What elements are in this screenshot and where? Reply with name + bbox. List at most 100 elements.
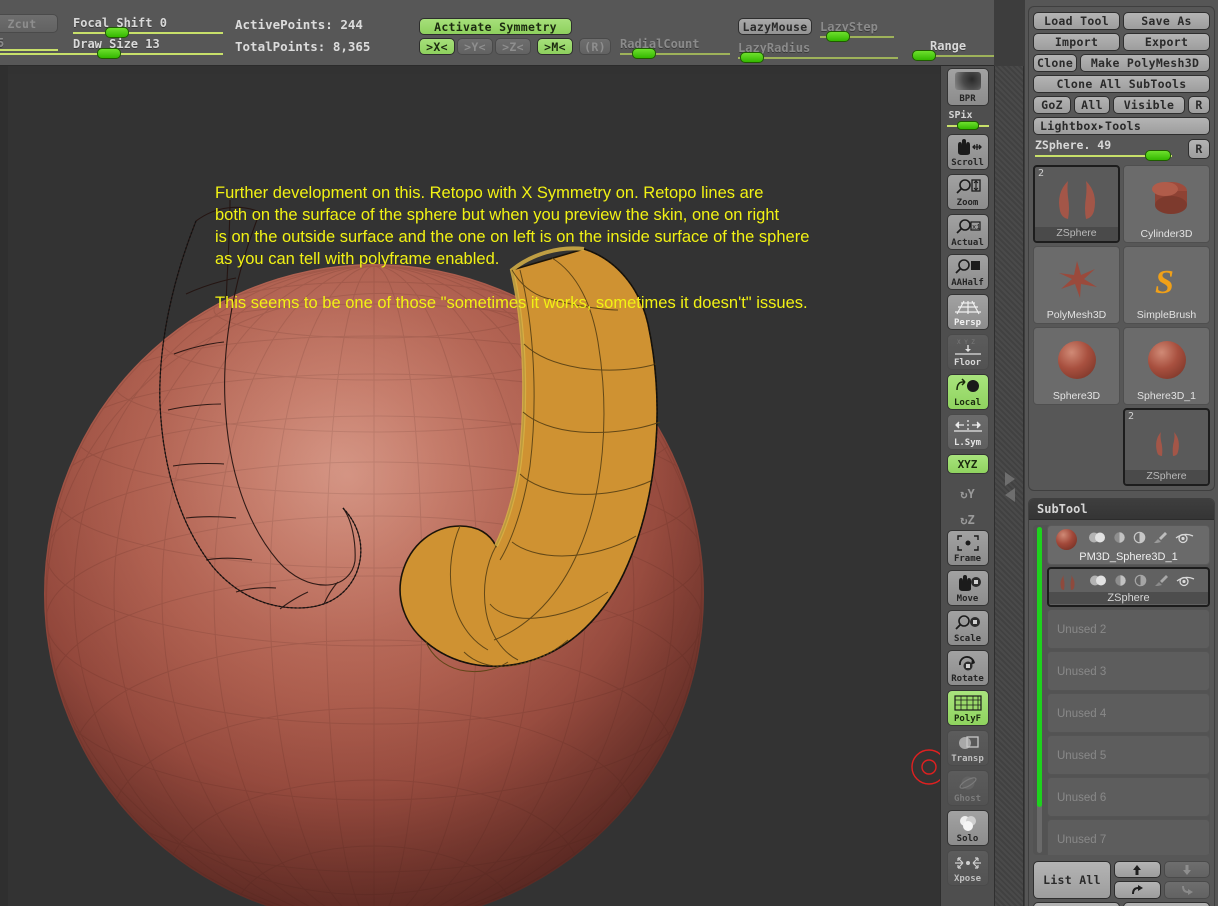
solo-button[interactable]: Solo (946, 810, 989, 846)
bpr-button[interactable]: BPR (946, 68, 989, 106)
subtool-row-unused-6[interactable]: Unused 6 (1047, 777, 1210, 817)
list-all-button[interactable]: List All (1033, 861, 1111, 899)
symmetry-z-button[interactable]: >Z< (495, 38, 531, 55)
subtool-row-zsphere[interactable]: ZSphere (1047, 567, 1210, 607)
draw-size-knob[interactable] (97, 48, 121, 59)
subtool-scroll-thumb[interactable] (1037, 527, 1042, 807)
goz-button[interactable]: GoZ (1033, 96, 1071, 114)
save-as-button[interactable]: Save As (1123, 12, 1210, 30)
aahalf-button[interactable]: AAHalf (946, 254, 989, 290)
goz-visible-button[interactable]: Visible (1113, 96, 1185, 114)
persp-button[interactable]: Persp (946, 294, 989, 330)
move-button[interactable]: Move (946, 570, 989, 606)
actual-button[interactable]: x1 Actual (946, 214, 989, 250)
frame-button[interactable]: Frame (946, 530, 989, 566)
hand-icon (948, 573, 988, 593)
lightbox-tools-button[interactable]: Lightbox▸Tools (1033, 117, 1210, 135)
star-thumb-icon (1034, 251, 1119, 307)
move-down-button[interactable] (1163, 861, 1210, 878)
goz-r-button[interactable]: R (1188, 96, 1210, 114)
move-up-level-button[interactable] (1114, 881, 1161, 899)
tool-item-slider[interactable]: ZSphere. 49 R (1033, 138, 1210, 162)
panel-collapse-arrows[interactable] (995, 466, 1025, 506)
lazy-step-knob[interactable] (826, 31, 850, 42)
move-down-level-button[interactable] (1163, 881, 1210, 899)
xpose-button[interactable]: Xpose (946, 850, 989, 886)
canvas-viewport[interactable]: Further development on this. Retopo with… (8, 74, 940, 906)
symmetry-m-button[interactable]: >M< (537, 38, 573, 55)
activate-symmetry-button[interactable]: Activate Symmetry (419, 18, 572, 35)
tool-thumb-sphere3d-1[interactable]: Sphere3D_1 (1123, 327, 1210, 405)
subtool-list[interactable]: PM3D_Sphere3D_1 ZSphere Unused 2 Unused … (1033, 525, 1210, 855)
scale-button[interactable]: Scale (946, 610, 989, 646)
tool-thumb-polymesh3d[interactable]: PolyMesh3D (1033, 246, 1120, 324)
visibility-double-icon[interactable] (1088, 529, 1106, 548)
lazy-mouse-button[interactable]: LazyMouse (738, 18, 812, 35)
sphere-model[interactable] (44, 264, 704, 906)
rotate-button[interactable]: Rotate (946, 650, 989, 686)
clone-button[interactable]: Clone (1033, 54, 1077, 72)
paint-brush-icon-2[interactable] (1154, 572, 1169, 591)
load-tool-button[interactable]: Load Tool (1033, 12, 1120, 30)
subtool-row-unused-3[interactable]: Unused 3 (1047, 651, 1210, 691)
make-polymesh3d-button[interactable]: Make PolyMesh3D (1080, 54, 1210, 72)
eye-icon-2[interactable] (1176, 572, 1195, 591)
floor-button[interactable]: X Y Z Floor (946, 334, 989, 370)
rotate-z-button[interactable]: ↻Z (947, 504, 989, 526)
paint-brush-icon[interactable] (1153, 529, 1168, 548)
panel-scroll-strip[interactable] (994, 66, 1024, 906)
zoom-button[interactable]: Zoom (946, 174, 989, 210)
transp-button[interactable]: Transp (946, 730, 989, 766)
left-cut-slider-track[interactable] (0, 49, 58, 51)
export-button[interactable]: Export (1123, 33, 1210, 51)
polyf-button[interactable]: PolyF (946, 690, 989, 726)
left-cut-value: 5 (0, 36, 5, 50)
subtool-scrollbar[interactable] (1037, 527, 1042, 853)
zcut-button[interactable]: Zcut (0, 14, 58, 33)
simplebrush-thumb-icon: S (1124, 251, 1209, 307)
subtool-row-unused-7[interactable]: Unused 7 (1047, 819, 1210, 855)
spix-slider[interactable]: SPix (945, 110, 991, 130)
document-canvas[interactable]: Further development on this. Retopo with… (0, 66, 940, 906)
move-up-button[interactable] (1114, 861, 1161, 878)
lazy-radius-knob[interactable] (740, 52, 764, 63)
focal-shift-track[interactable] (73, 32, 223, 34)
tool-thumb-sphere3d[interactable]: Sphere3D (1033, 327, 1120, 405)
local-button[interactable]: Local (946, 374, 989, 410)
eye-icon[interactable] (1175, 529, 1194, 548)
xyz-button[interactable]: XYZ (946, 454, 989, 474)
active-points-stat: ActivePoints: 244 (235, 17, 363, 32)
radial-count-knob[interactable] (632, 48, 656, 59)
goz-all-button[interactable]: All (1074, 96, 1110, 114)
auto-reorder-button[interactable]: AutoReorder (1123, 902, 1210, 906)
zbrush-window: Zcut 5 Focal Shift 0 Draw Size 13 Active… (0, 0, 1218, 906)
clone-all-subtools-button[interactable]: Clone All SubTools (1033, 75, 1210, 93)
lsym-button[interactable]: L.Sym (946, 414, 989, 450)
right-panel-body: Load Tool Save As Import Export Clone Ma… (1025, 0, 1218, 906)
ghost-button[interactable]: Ghost (946, 770, 989, 806)
tool-item-r-button[interactable]: R (1188, 139, 1210, 159)
rotate-y-button[interactable]: ↻Y (947, 478, 989, 500)
subtool-row-unused-5[interactable]: Unused 5 (1047, 735, 1210, 775)
subtool-row-unused-2[interactable]: Unused 2 (1047, 609, 1210, 649)
tool-thumb-zsphere-2[interactable]: 2 ZSphere (1123, 408, 1210, 486)
symmetry-r-button[interactable]: (R) (579, 38, 611, 55)
visibility-double-icon-2[interactable] (1089, 572, 1107, 591)
contrast-circle-icon-2[interactable] (1134, 572, 1147, 591)
subtool-thumb-zsphere-icon (1053, 571, 1081, 593)
half-circle-icon-2[interactable] (1114, 572, 1127, 591)
scroll-button[interactable]: Scroll (946, 134, 989, 170)
symmetry-y-button[interactable]: >Y< (457, 38, 493, 55)
tool-thumb-cylinder3d[interactable]: Cylinder3D (1123, 165, 1210, 243)
subtool-row-unused-4[interactable]: Unused 4 (1047, 693, 1210, 733)
contrast-circle-icon[interactable] (1133, 529, 1146, 548)
subtool-row-pm3d-sphere3d-1[interactable]: PM3D_Sphere3D_1 (1047, 525, 1210, 565)
symmetry-x-button[interactable]: >X< (419, 38, 455, 55)
import-button[interactable]: Import (1033, 33, 1120, 51)
range-knob[interactable] (912, 50, 936, 61)
rename-button[interactable]: Rename (1033, 902, 1120, 906)
right-icon-toolbar: BPR SPix Scroll Zoom x1 Actual AAHalf Pe… (940, 66, 994, 906)
tool-thumb-simplebrush[interactable]: S SimpleBrush (1123, 246, 1210, 324)
tool-thumb-zsphere[interactable]: 2 ZSphere (1033, 165, 1120, 243)
half-circle-icon[interactable] (1113, 529, 1126, 548)
